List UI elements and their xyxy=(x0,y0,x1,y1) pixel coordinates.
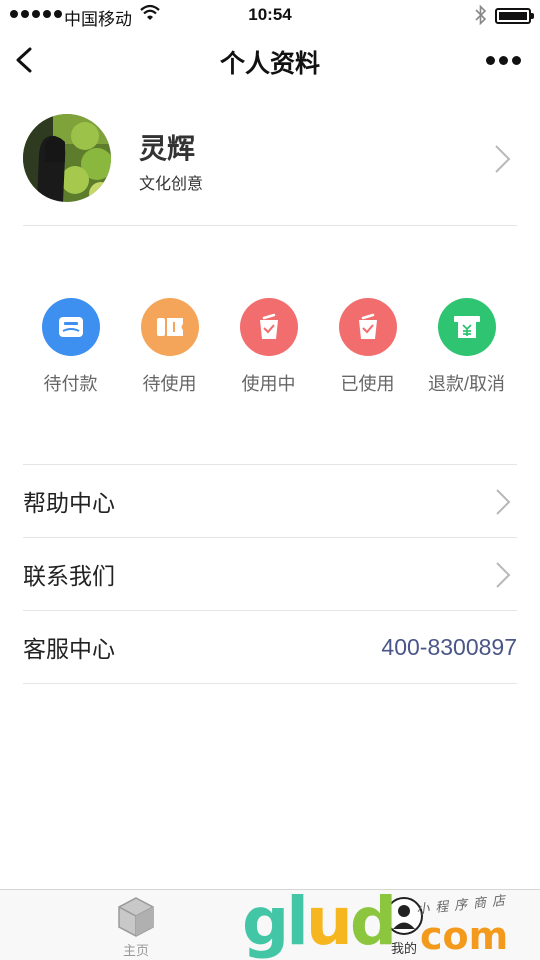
menu-item-label: 客服中心 xyxy=(23,636,115,662)
profile-name: 灵辉 xyxy=(139,133,196,164)
refund-icon xyxy=(437,298,496,356)
profile-card[interactable]: 灵辉 文化创意 xyxy=(23,113,517,226)
carrier-name: 中国移动 xyxy=(64,10,132,29)
user-icon xyxy=(385,897,423,935)
menu-item-contact[interactable]: 联系我们 xyxy=(23,538,517,611)
signal-strength-icon xyxy=(10,10,62,18)
back-arrow-icon[interactable] xyxy=(12,46,40,74)
tab-mine[interactable]: 我的 xyxy=(376,896,432,957)
tab-home[interactable]: 主页 xyxy=(108,896,164,959)
order-label: 退款/取消 xyxy=(427,374,505,394)
menu-item-label: 联系我们 xyxy=(23,563,115,589)
service-phone-link[interactable]: 400-8300897 xyxy=(381,634,517,661)
menu-item-help[interactable]: 帮助中心 xyxy=(23,465,517,538)
order-refund-cancel[interactable]: 退款/取消 xyxy=(417,298,516,398)
order-label: 待使用 xyxy=(142,374,197,394)
order-label: 使用中 xyxy=(241,374,296,394)
nav-bar: 个人资料 xyxy=(0,30,540,90)
order-pending-payment[interactable]: 待付款 xyxy=(21,298,120,398)
ticket-icon xyxy=(140,298,199,356)
bag-check-icon xyxy=(239,298,298,356)
page-title: 个人资料 xyxy=(219,50,320,78)
avatar[interactable] xyxy=(23,114,111,202)
battery-icon xyxy=(495,8,534,24)
order-label: 已使用 xyxy=(340,374,395,394)
tab-label: 主页 xyxy=(122,943,149,958)
tab-bar: 主页 我的 xyxy=(0,889,540,960)
order-pending-use[interactable]: 待使用 xyxy=(120,298,219,398)
order-label: 待付款 xyxy=(43,374,98,394)
tab-label: 我的 xyxy=(390,941,417,956)
cube-icon xyxy=(118,897,154,937)
order-status-row: 待付款 待使用 使用中 已使用 退款/取消 xyxy=(21,298,521,398)
status-bar: 中国移动 10:54 xyxy=(0,0,540,30)
bluetooth-icon xyxy=(475,4,487,26)
more-menu-icon[interactable] xyxy=(486,56,521,65)
order-in-use[interactable]: 使用中 xyxy=(219,298,318,398)
menu-item-label: 帮助中心 xyxy=(23,490,115,516)
wallet-icon xyxy=(41,298,100,356)
bag-check-icon xyxy=(338,298,397,356)
order-used[interactable]: 已使用 xyxy=(318,298,417,398)
menu-item-service[interactable]: 客服中心 400-8300897 xyxy=(23,611,517,684)
menu-list: 帮助中心 联系我们 客服中心 400-8300897 xyxy=(23,464,517,684)
profile-subtitle: 文化创意 xyxy=(139,176,204,193)
wifi-icon xyxy=(140,4,160,20)
chevron-right-icon[interactable] xyxy=(493,143,513,175)
chevron-right-icon xyxy=(496,489,511,515)
chevron-right-icon xyxy=(496,562,511,588)
